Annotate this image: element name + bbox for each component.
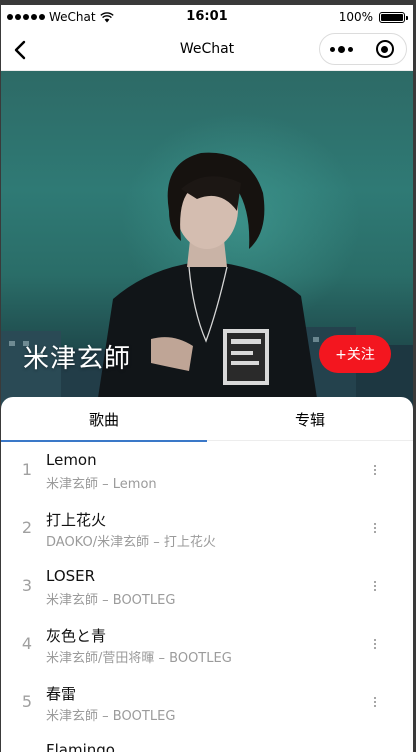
song-subtitle: 米津玄師 – BOOTLEG (46, 593, 176, 608)
more-button[interactable] (320, 34, 363, 64)
song-row[interactable]: 3 LOSER 米津玄師 – BOOTLEG (1, 557, 413, 615)
tab-albums[interactable]: 专辑 (207, 397, 413, 441)
song-subtitle: 米津玄師/菅田将暉 – BOOTLEG (46, 651, 232, 666)
battery-percent: 100% (338, 10, 373, 24)
app-screen: WeChat 16:01 100% WeChat 米津玄師 +关注 歌曲 专辑 … (1, 5, 413, 752)
status-bar: WeChat 16:01 100% (1, 5, 413, 29)
song-more-icon[interactable] (367, 576, 383, 596)
song-more-icon[interactable] (367, 518, 383, 538)
device-frame: WeChat 16:01 100% WeChat 米津玄師 +关注 歌曲 专辑 … (0, 0, 416, 752)
song-subtitle: DAOKO/米津玄師 – 打上花火 (46, 535, 216, 550)
artist-hero: 米津玄師 +关注 (1, 71, 413, 411)
song-title: Flamingo (46, 741, 115, 752)
song-title: 春雷 (46, 685, 77, 703)
follow-button[interactable]: +关注 (319, 335, 391, 373)
song-row[interactable]: 1 Lemon 米津玄師 – Lemon (1, 441, 413, 499)
status-right: 100% (338, 10, 408, 24)
song-index: 2 (21, 518, 33, 537)
nav-bar: WeChat (1, 29, 413, 71)
mini-program-capsule (319, 33, 407, 65)
tab-bar: 歌曲 专辑 (1, 397, 413, 442)
song-row[interactable]: 5 春雷 米津玄師 – BOOTLEG (1, 673, 413, 731)
song-title: 灰色と青 (46, 627, 107, 645)
tab-songs[interactable]: 歌曲 (1, 397, 207, 442)
song-row[interactable]: 2 打上花火 DAOKO/米津玄師 – 打上花火 (1, 499, 413, 557)
song-title: 打上花火 (46, 511, 107, 529)
song-index: 1 (21, 460, 33, 479)
song-index: 5 (21, 692, 33, 711)
chevron-left-icon (14, 40, 26, 60)
song-list: 1 Lemon 米津玄師 – Lemon 2 打上花火 DAOKO/米津玄師 –… (1, 441, 413, 752)
song-row[interactable]: 6 Flamingo (1, 731, 413, 752)
song-more-icon[interactable] (367, 692, 383, 712)
target-close-icon (375, 40, 394, 58)
close-mini-program-button[interactable] (363, 34, 406, 64)
back-button[interactable] (7, 37, 33, 63)
song-title: Lemon (46, 451, 97, 469)
song-row[interactable]: 4 灰色と青 米津玄師/菅田将暉 – BOOTLEG (1, 615, 413, 673)
song-subtitle: 米津玄師 – BOOTLEG (46, 709, 176, 724)
song-index: 4 (21, 634, 33, 653)
song-more-icon[interactable] (367, 460, 383, 480)
content-panel: 歌曲 专辑 1 Lemon 米津玄師 – Lemon 2 打上花火 DAOKO/… (1, 397, 413, 752)
artist-name: 米津玄師 (23, 344, 132, 374)
more-dots-icon (330, 45, 353, 53)
song-index: 3 (21, 576, 33, 595)
battery-icon (379, 11, 408, 23)
song-more-icon[interactable] (367, 634, 383, 654)
song-title: LOSER (46, 567, 96, 585)
song-subtitle: 米津玄師 – Lemon (46, 477, 157, 492)
